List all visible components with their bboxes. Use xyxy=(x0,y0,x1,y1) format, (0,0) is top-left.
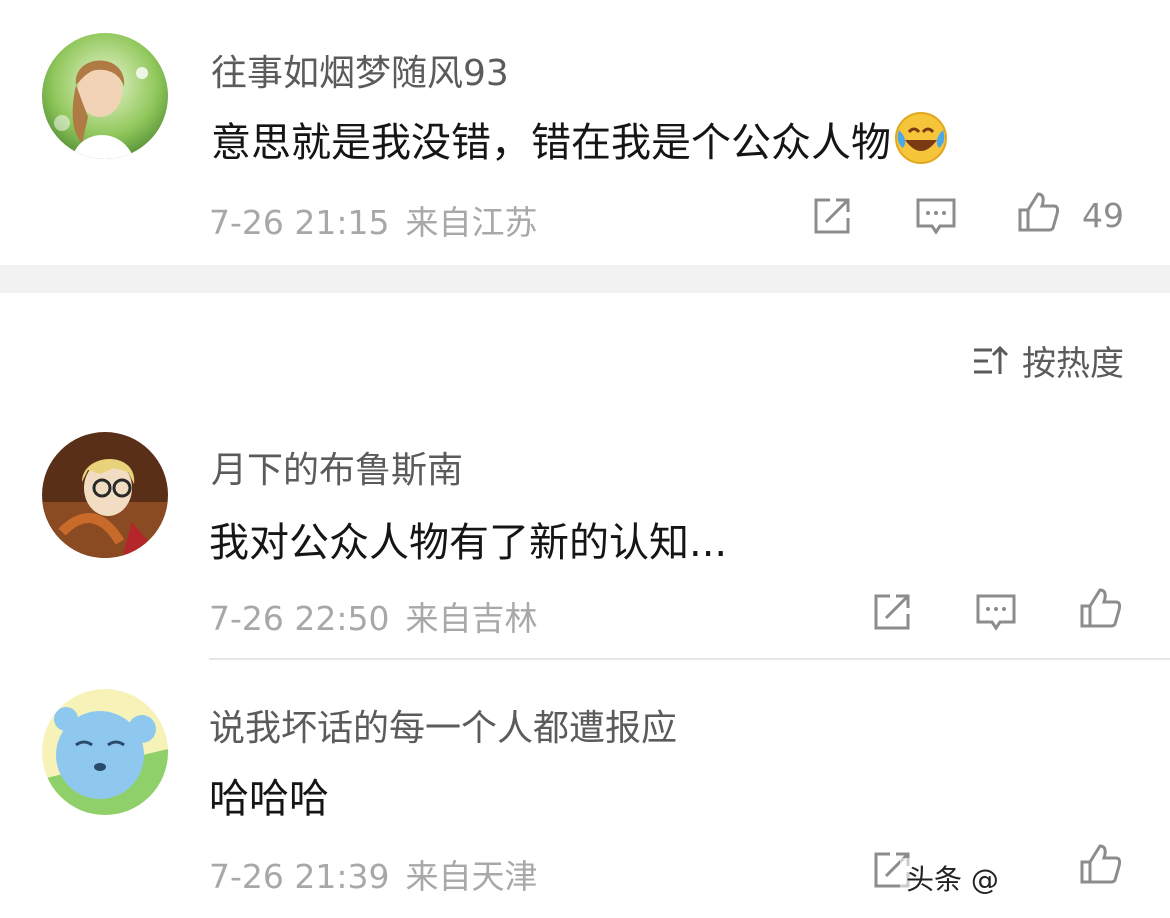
comment-text: 我对公众人物有了新的认知... xyxy=(209,520,728,566)
like-icon[interactable] xyxy=(1078,586,1122,630)
avatar[interactable] xyxy=(42,33,168,159)
section-divider xyxy=(0,265,1170,293)
avatar[interactable] xyxy=(42,432,168,558)
like-count: 49 xyxy=(1082,196,1124,235)
location: 来自吉林 xyxy=(405,599,538,638)
comment-divider xyxy=(209,658,1170,660)
comment-meta: 7-26 21:39 来自天津 xyxy=(209,850,538,898)
sort-label: 按热度 xyxy=(1022,344,1124,384)
location: 来自江苏 xyxy=(405,203,538,242)
comment-icon[interactable] xyxy=(914,194,958,238)
timestamp: 7-26 21:39 xyxy=(209,857,390,896)
avatar[interactable] xyxy=(42,689,168,815)
timestamp: 7-26 22:50 xyxy=(209,599,390,638)
username[interactable]: 月下的布鲁斯南 xyxy=(211,441,463,493)
comment-text: 哈哈哈 xyxy=(209,776,329,822)
username[interactable]: 往事如烟梦随风93 xyxy=(211,44,509,96)
like-icon[interactable] xyxy=(1016,190,1060,234)
like-icon[interactable] xyxy=(1078,842,1122,886)
comment-text: 意思就是我没错，错在我是个公众人物 xyxy=(211,110,949,168)
sort-icon xyxy=(974,345,1009,374)
timestamp: 7-26 21:15 xyxy=(209,203,390,242)
comment-meta: 7-26 22:50 来自吉林 xyxy=(209,592,538,640)
comment-icon[interactable] xyxy=(974,590,1018,634)
share-icon[interactable] xyxy=(870,590,914,634)
share-icon[interactable] xyxy=(810,194,854,238)
username[interactable]: 说我坏话的每一个人都遭报应 xyxy=(209,699,677,751)
location: 来自天津 xyxy=(405,857,538,896)
watermark: 头条 @ xyxy=(900,858,1005,898)
laughing-crying-emoji-icon xyxy=(893,110,949,166)
comment-meta: 7-26 21:15 来自江苏 xyxy=(209,196,538,244)
sort-button[interactable]: 按热度 xyxy=(972,336,1124,385)
